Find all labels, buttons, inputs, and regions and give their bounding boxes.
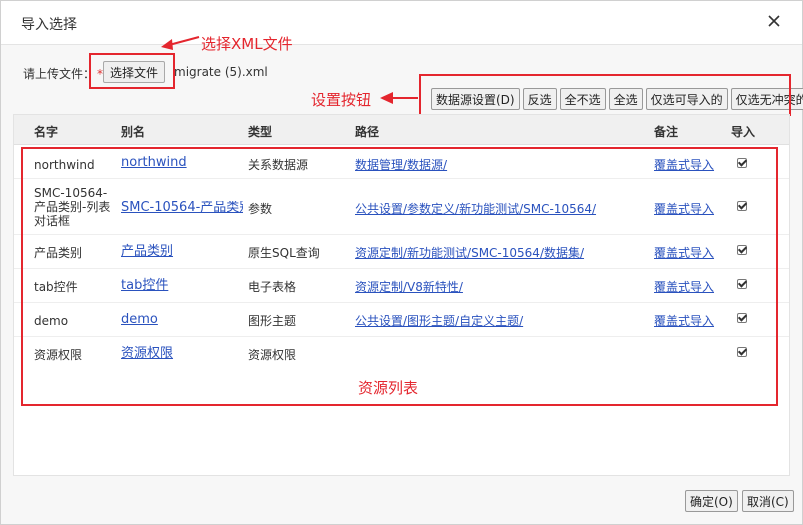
- import-selection-dialog: 导入选择 请上传文件： * 选择文件 migrate (5).xml 选择XML文…: [0, 0, 803, 525]
- header-import: 导入: [731, 125, 756, 139]
- header-note: 备注: [654, 125, 679, 139]
- header-name: 名字: [34, 125, 59, 139]
- annotation-arrow-left-icon: [380, 92, 418, 104]
- cancel-button[interactable]: 取消(C): [742, 490, 794, 512]
- header-type: 类型: [248, 125, 273, 139]
- header-path: 路径: [355, 125, 380, 139]
- annotation-resource-list: 资源列表: [358, 379, 419, 397]
- close-icon[interactable]: [766, 13, 782, 29]
- table-header: 名字 别名 类型 路径 备注 导入: [14, 115, 789, 145]
- annotation-arrow-file-icon: [161, 36, 200, 50]
- dialog-title: 导入选择: [21, 17, 77, 33]
- confirm-button[interactable]: 确定(O): [685, 490, 738, 512]
- annotation-setting-buttons: 设置按钮: [311, 91, 372, 109]
- annotation-box-resource-list: [21, 147, 778, 406]
- annotation-select-xml: 选择XML文件: [201, 35, 293, 53]
- annotation-box-toolbar: [419, 74, 791, 116]
- selected-file-name: migrate (5).xml: [174, 65, 268, 79]
- annotation-box-file-button: [89, 53, 175, 89]
- header-alias: 别名: [121, 125, 146, 139]
- dialog-titlebar: 导入选择: [1, 1, 802, 45]
